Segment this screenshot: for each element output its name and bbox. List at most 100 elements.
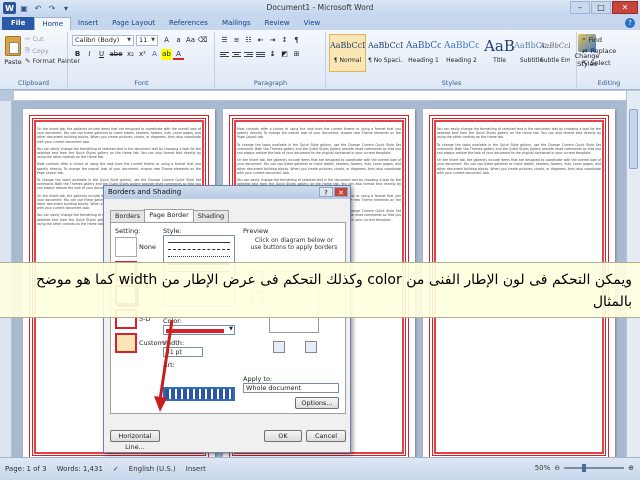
dialog-help-button[interactable]: ?: [319, 187, 333, 197]
maximize-button[interactable]: □: [591, 1, 611, 14]
customize-qat-icon[interactable]: ▾: [60, 2, 72, 14]
tab-insert[interactable]: Insert: [71, 17, 105, 30]
close-button[interactable]: ✕: [612, 1, 638, 14]
multilevel-list-button[interactable]: ☷: [243, 35, 254, 46]
italic-button[interactable]: I: [84, 49, 95, 60]
grow-font-button[interactable]: A: [161, 35, 172, 46]
clear-formatting-button[interactable]: ⌫: [197, 35, 208, 46]
highlight-button[interactable]: ab: [161, 49, 172, 60]
proofing-icon[interactable]: ✓: [108, 465, 124, 473]
style-heading-2[interactable]: AaBbCc Heading 2: [443, 34, 480, 72]
dialog-controls: ? ✕: [319, 187, 348, 197]
dialog-title-bar: Borders and Shading ? ✕: [104, 186, 350, 199]
tab-home[interactable]: Home: [34, 17, 71, 30]
format-painter-icon: ✎: [25, 57, 31, 65]
tab-borders[interactable]: Borders: [110, 210, 146, 222]
tutorial-caption: ويمكن التحكم فى لون الإطار الفنى من colo…: [0, 262, 640, 318]
decrease-indent-button[interactable]: ⇤: [255, 35, 266, 46]
redo-icon[interactable]: ↷: [46, 2, 58, 14]
bullets-button[interactable]: ☰: [219, 35, 230, 46]
style-no-spacing[interactable]: AaBbCcDc ¶ No Spaci...: [367, 34, 404, 72]
tab-view[interactable]: View: [297, 17, 328, 30]
numbering-button[interactable]: ≡: [231, 35, 242, 46]
border-color-picker[interactable]: ▼: [163, 325, 235, 335]
setting-custom[interactable]: [115, 333, 137, 353]
chevron-down-icon: ▼: [151, 37, 155, 43]
underline-button[interactable]: U: [96, 49, 107, 60]
save-icon[interactable]: ▣: [18, 2, 30, 14]
copy-label: Copy: [32, 46, 49, 55]
cut-button[interactable]: ✂ Cut: [25, 35, 44, 43]
zoom-slider[interactable]: [564, 464, 625, 472]
shrink-font-button[interactable]: a: [173, 35, 184, 46]
ribbon: Paste ✂ Cut ⎘ Copy ✎ Format Painter Clipboa…: [0, 30, 640, 90]
word-app-icon[interactable]: W: [3, 2, 16, 14]
left-border-button[interactable]: [273, 341, 285, 353]
horizontal-ruler[interactable]: [14, 91, 626, 101]
chevron-down-icon: ▼: [127, 37, 131, 43]
zoom-thumb[interactable]: [582, 464, 587, 472]
find-button[interactable]: ⌕ Find: [582, 35, 602, 44]
copy-button[interactable]: ⎘ Copy: [25, 46, 49, 55]
paragraph-group-label: Paragraph: [253, 79, 288, 87]
tab-file[interactable]: File: [2, 17, 35, 30]
tab-mailings[interactable]: Mailings: [215, 17, 258, 30]
text-effects-button[interactable]: A: [149, 49, 160, 60]
font-color-button[interactable]: A: [173, 49, 184, 60]
align-right-button[interactable]: [243, 49, 254, 60]
superscript-button[interactable]: x²: [137, 49, 148, 60]
dialog-close-button[interactable]: ✕: [334, 187, 348, 197]
language-indicator[interactable]: English (U.S.): [124, 465, 181, 473]
sort-button[interactable]: ↕: [279, 35, 290, 46]
paste-button[interactable]: Paste: [2, 34, 24, 72]
horizontal-line-button[interactable]: Horizontal Line...: [110, 430, 160, 451]
font-size-combo[interactable]: 11 ▼: [136, 35, 158, 46]
insert-mode[interactable]: Insert: [181, 465, 211, 473]
replace-icon: ⇄: [582, 47, 588, 55]
style-heading-1[interactable]: AaBbCc Heading 1: [405, 34, 442, 72]
change-case-button[interactable]: Aa: [185, 35, 196, 46]
line-spacing-button[interactable]: ↨: [267, 49, 278, 60]
justify-button[interactable]: [255, 49, 266, 60]
body-paragraph: Most controls offer a choice of using th…: [237, 127, 401, 140]
style-subtle-emphasis[interactable]: AaBbCcDc Subtle Em...: [539, 34, 571, 72]
borders-button[interactable]: ⊞: [291, 49, 302, 60]
tab-shading[interactable]: Shading: [192, 210, 230, 222]
apply-to-select[interactable]: Whole document: [243, 383, 339, 393]
scrollbar-thumb[interactable]: [629, 109, 638, 169]
tab-page-layout[interactable]: Page Layout: [105, 17, 162, 30]
art-border-picker[interactable]: [163, 387, 235, 401]
zoom-in-icon[interactable]: ⊕: [628, 464, 634, 472]
border-width-combo[interactable]: 31 pt: [163, 347, 203, 357]
dialog-tabs: Borders Page Border Shading: [110, 209, 230, 222]
zoom-out-icon[interactable]: ⊖: [554, 464, 560, 472]
page-count[interactable]: Page: 1 of 3: [0, 465, 52, 473]
show-hide-button[interactable]: ¶: [291, 35, 302, 46]
minimize-button[interactable]: –: [570, 1, 590, 14]
style-sample: AaBbCcDc: [330, 41, 365, 50]
subscript-button[interactable]: x₂: [125, 49, 136, 60]
paste-label: Paste: [4, 58, 22, 66]
align-left-button[interactable]: [219, 49, 230, 60]
strikethrough-button[interactable]: abe: [108, 49, 124, 60]
style-normal[interactable]: AaBbCcDc ¶ Normal: [329, 34, 366, 72]
align-center-button[interactable]: [231, 49, 242, 60]
bold-button[interactable]: B: [72, 49, 83, 60]
help-icon[interactable]: ?: [625, 18, 635, 28]
ok-button[interactable]: OK: [264, 430, 302, 442]
font-name-combo[interactable]: Calibri (Body) ▼: [72, 35, 134, 46]
replace-button[interactable]: ⇄ Replace: [582, 47, 616, 55]
cancel-button[interactable]: Cancel: [306, 430, 346, 442]
setting-none[interactable]: [115, 237, 137, 257]
right-border-button[interactable]: [305, 341, 317, 353]
word-count[interactable]: Words: 1,431: [52, 465, 108, 473]
tab-review[interactable]: Review: [258, 17, 297, 30]
tab-references[interactable]: References: [162, 17, 215, 30]
options-button[interactable]: Options...: [295, 397, 339, 409]
select-button[interactable]: ⇱ Select: [582, 59, 611, 67]
increase-indent-button[interactable]: ⇥: [267, 35, 278, 46]
shading-button[interactable]: ◩: [279, 49, 290, 60]
tab-page-border[interactable]: Page Border: [144, 209, 194, 221]
zoom-level[interactable]: 50%: [535, 464, 551, 472]
undo-icon[interactable]: ↶: [32, 2, 44, 14]
